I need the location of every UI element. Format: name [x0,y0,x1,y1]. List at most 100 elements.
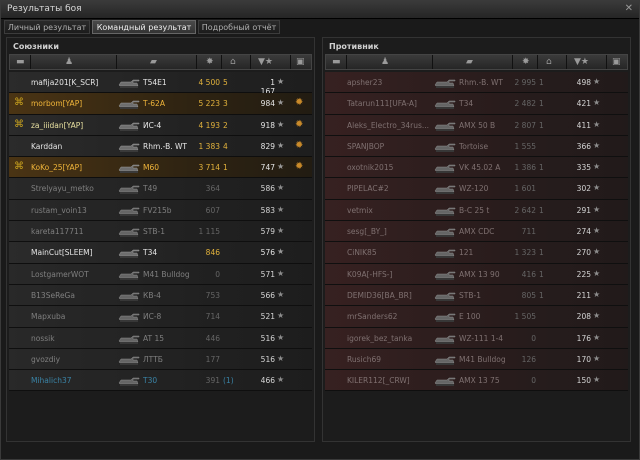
damage-value: 0 [531,376,536,386]
table-row[interactable]: ⌘ morbom[YAP] Т-62А 5 223 3 984 ★ ✹ [9,93,312,115]
damage-value: 2 642 [514,205,536,215]
table-row[interactable]: ⌘ za_iiidan[YAP] ИС-4 4 193 2 918 ★ ✹ [9,114,312,136]
tank-icon [117,224,141,238]
tank-name: ЛТТБ [143,354,163,364]
damage-value: 446 [205,333,220,343]
player-name: za_iiidan[YAP] [31,120,84,130]
table-row[interactable]: K09A[-HFS-] AMX 13 90 416 1 225 ★ [325,263,628,285]
table-row[interactable]: kareta117711 STB-1 1 115 579 ★ [9,221,312,243]
star-icon: ★ [593,183,601,193]
tab-personal[interactable]: Личный результат [4,20,90,34]
player-column-icon[interactable]: ♟ [65,57,73,67]
damage-value: 1 555 [514,141,536,151]
damage-value: 2 482 [514,99,536,109]
platoon-column-icon[interactable]: ▬ [16,57,25,67]
star-icon: ★ [593,311,601,321]
player-name: apsher23 [347,78,383,87]
table-row[interactable]: oxotnik2015 VK 45.02 A 1 386 1 335 ★ [325,157,628,179]
enemies-column-header: ▬ ♟ ▰ ✸ ⌂ ▼★ ▣ [325,54,628,70]
kills-column-icon[interactable]: ⌂ [230,57,236,67]
xp-value: 586 [260,184,275,194]
table-row[interactable]: Mihalich37 T30 391 (1) 466 ★ [9,370,312,392]
tank-name: T49 [143,184,158,194]
xp-column-icon[interactable]: ▼★ [574,57,589,67]
xp-value: 291 [576,205,591,215]
tank-column-icon[interactable]: ▰ [150,57,157,67]
tank-name: AMX 50 B [459,120,496,130]
xp-value: 579 [260,227,275,237]
tank-icon [117,331,141,345]
table-row[interactable]: Tatarun111[UFA-A] T34 2 482 1 421 ★ [325,93,628,115]
table-row[interactable]: mrSanders62 E 100 1 505 208 ★ [325,306,628,328]
table-row[interactable]: apsher23 Rhm.-B. WT 2 995 1 498 ★ [325,72,628,94]
allies-panel: Союзники ▬ ♟ ▰ ✸ ⌂ ▼★ ▣ mafija201[K_SCR]… [6,37,315,442]
player-column-icon[interactable]: ♟ [381,57,389,67]
damage-value: 1 386 [514,163,536,173]
kills-value: 1 [539,163,544,173]
tank-name: Tortoise [459,141,489,151]
table-row[interactable]: DEMID36[BA_BR] STB-1 805 1 211 ★ [325,284,628,307]
tab-team[interactable]: Командный результат [92,20,196,34]
player-name: Tatarun111[UFA-A] [347,99,417,109]
tank-name: VK 45.02 A [459,163,501,173]
tank-icon [433,352,457,366]
tank-column-icon[interactable]: ▰ [466,57,473,67]
player-name: igorek_bez_tanka [347,333,413,343]
xp-value: 335 [576,163,591,173]
damage-column-icon[interactable]: ✸ [206,57,214,67]
table-row[interactable]: nossik AT 15 446 516 ★ [9,327,312,349]
table-row[interactable]: gvozdiy ЛТТБ 177 516 ★ [9,348,312,371]
table-row[interactable]: SPANJBOP Tortoise 1 555 366 ★ [325,135,628,158]
damage-value: 2 995 [514,78,536,87]
kills-column-icon[interactable]: ⌂ [546,57,552,67]
table-row[interactable]: CiNIK85 121 1 323 1 270 ★ [325,242,628,264]
damage-value: 0 [215,269,220,279]
kills-value: 1 [539,290,544,300]
table-row[interactable]: LostgamerWOT M41 Bulldog 0 571 ★ [9,263,312,285]
window-title: Результаты боя [7,4,82,14]
xp-value: 984 [260,99,275,109]
player-name: morbom[YAP] [31,99,83,109]
player-name: Karddan [31,141,63,151]
damage-value: 0 [531,333,536,343]
tank-icon [117,267,141,281]
table-row[interactable]: Aleks_Electro_34rus... AMX 50 B 2 807 1 411 ★ [325,114,628,136]
table-row[interactable]: Strelyayu_metko T49 364 586 ★ [9,178,312,200]
table-row[interactable]: rustam_voin13 FV215b 607 583 ★ [9,199,312,222]
xp-value: 829 [260,141,275,151]
achievement-column-icon[interactable]: ▣ [296,57,305,67]
table-row[interactable]: sesg[_BY_] AMX CDC 711 274 ★ [325,221,628,243]
table-row[interactable]: PIPELAC#2 WZ-120 1 601 302 ★ [325,178,628,200]
table-row[interactable]: vetmix B-C 25 t 2 642 1 291 ★ [325,199,628,222]
damage-column-icon[interactable]: ✸ [522,57,530,67]
damage-value: 2 807 [514,120,536,130]
kills-value: 3 [223,99,228,109]
table-row[interactable]: MainCut[SLEEM] T34 846 576 ★ [9,242,312,264]
table-row[interactable]: ⌘ KoKo_25[YAP] M60 3 714 1 747 ★ ✹ [9,157,312,179]
star-icon: ★ [277,162,285,172]
kills-value: 1 [539,269,544,279]
tank-icon [117,139,141,153]
table-row[interactable]: Karddan Rhm.-B. WT 1 383 4 829 ★ ✹ [9,135,312,158]
xp-value: 583 [260,205,275,215]
tab-detailed[interactable]: Подробный отчёт [198,20,280,34]
star-icon: ★ [593,119,601,129]
tank-icon [117,203,141,217]
close-icon[interactable]: ✕ [625,3,633,14]
star-icon: ★ [277,311,285,321]
tank-name: T34 [143,248,158,258]
table-row[interactable]: igorek_bez_tanka WZ-111 1-4 0 176 ★ [325,327,628,349]
table-row[interactable]: Rusich69 M41 Bulldog 126 170 ★ [325,348,628,371]
platoon-column-icon[interactable]: ▬ [332,57,341,67]
achievement-column-icon[interactable]: ▣ [612,57,621,67]
player-name: Mihalich37 [31,376,72,386]
achievement-icon: ✹ [295,97,304,109]
player-name: nossik [31,333,55,343]
table-row[interactable]: mafija201[K_SCR] T54E1 4 500 5 1 167 ★ [9,72,312,96]
damage-value: 391 [205,376,220,386]
table-row[interactable]: B13SeReGa КВ-4 753 566 ★ [9,284,312,307]
table-row[interactable]: Марxuba ИС-8 714 521 ★ [9,306,312,328]
xp-column-icon[interactable]: ▼★ [258,57,273,67]
tank-name: M41 Bulldog [143,269,190,279]
table-row[interactable]: KILER112[_CRW] AMX 13 75 0 150 ★ [325,370,628,392]
